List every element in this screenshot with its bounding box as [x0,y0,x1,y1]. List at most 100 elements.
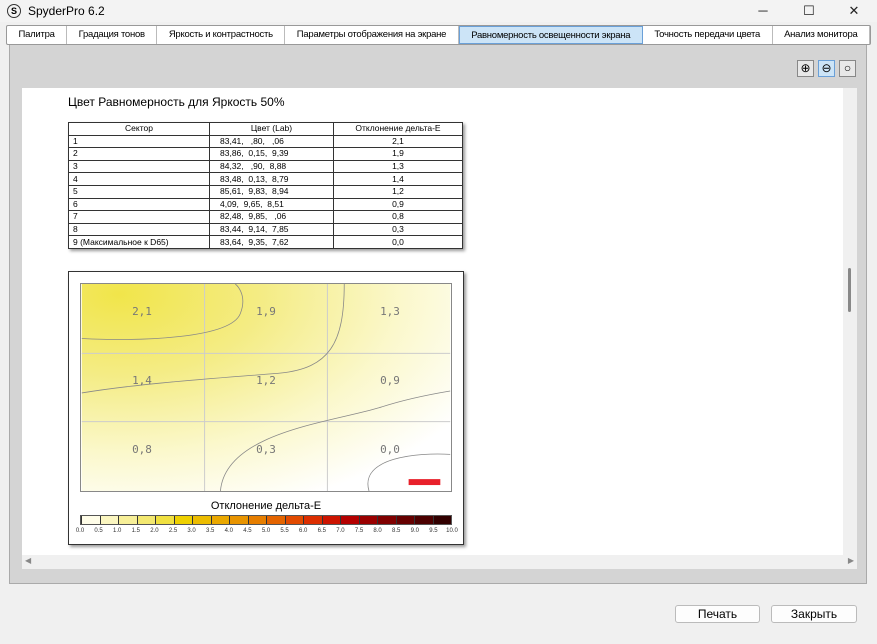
table-cell: 1 [68,134,210,149]
table-cell: 83,41, ,80, ,06 [209,134,334,149]
scale-segment [136,516,155,524]
sector-value-label: 0,9 [380,374,400,387]
color-scale-bar [80,515,452,525]
table-row: 3 84,32, ,90, 8,88 1,3 [68,159,463,174]
tab-5[interactable]: Точность передачи цвета [643,26,773,44]
scale-segment [210,516,229,524]
scale-segment [377,516,396,524]
scale-tick-label: 10.0 [446,528,458,534]
tab-3[interactable]: Параметры отображения на экране [285,26,459,44]
scale-segment [266,516,285,524]
app-logo-icon: S [7,4,21,18]
sector-value-label: 1,9 [256,305,276,318]
scale-tick-label: 0.0 [75,528,85,534]
report-title: Цвет Равномерность для Яркость 50% [68,95,285,109]
sector-value-label: 0,0 [380,443,400,456]
table-cell: 83,48, 0,13, 8,79 [209,172,334,186]
table-cell: 84,32, ,90, 8,88 [209,159,334,174]
table-row: 6 4,09, 9,65, 8,51 0,9 [68,197,463,212]
scale-segment [358,516,377,524]
table-cell: 4,09, 9,65, 8,51 [209,197,334,212]
table-cell: 8 [68,222,210,237]
maximize-button[interactable]: ☐ [786,0,832,22]
tab-0[interactable]: Палитра [7,26,68,44]
table-cell: 6 [68,197,210,212]
scale-segment [247,516,266,524]
scale-segment [321,516,340,524]
table-cell: 1,9 [333,147,463,161]
window-title: SpyderPro 6.2 [28,4,105,18]
scale-tick-label: 6.0 [299,528,308,534]
scale-tick-label: 8.5 [392,528,401,534]
scale-segment [99,516,118,524]
scale-segment [229,516,248,524]
table-cell: 1,3 [333,159,463,174]
table-cell: 1,2 [333,184,463,199]
scale-segment [432,516,451,524]
scale-tick-label: 9.5 [429,528,438,534]
vertical-scroll-thumb[interactable] [848,268,851,312]
zoom-out-icon[interactable]: ⊖ [818,60,835,77]
column-header: Сектор [68,122,210,136]
table-row: 1 83,41, ,80, ,06 2,1 [68,134,463,149]
tab-1[interactable]: Градация тонов [67,26,158,44]
close-window-button[interactable]: ✕ [831,0,877,22]
table-cell: 83,86, 0,15, 9,39 [209,147,334,161]
table-cell: 85,61, 9,83, 8,94 [209,184,334,199]
scale-segment [303,516,322,524]
sector-value-label: 0,3 [256,443,276,456]
tab-bar: Палитра Градация тонов Яркость и контрастн… [6,25,871,45]
scale-tick-label: 6.5 [317,528,326,534]
print-button[interactable]: Печать [675,605,760,623]
scale-tick-label: 3.0 [187,528,196,534]
scroll-left-icon[interactable]: ◀ [25,556,31,565]
scale-segment [340,516,359,524]
scale-tick-label: 7.0 [336,528,345,534]
table-row: 5 85,61, 9,83, 8,94 1,2 [68,184,463,199]
horizontal-scrollbar[interactable]: ◀ ▶ [22,555,857,569]
scale-tick-label: 0.5 [94,528,103,534]
column-header: Отклонение дельта-E [333,122,463,136]
scale-tick-label: 4.5 [243,528,252,534]
sector-value-label: 1,4 [132,374,152,387]
table-row: 4 83,48, 0,13, 8,79 1,4 [68,172,463,186]
scale-segment [284,516,303,524]
scale-tick-label: 2.0 [150,528,159,534]
vertical-scrollbar[interactable] [843,88,857,555]
close-button[interactable]: Закрыть [771,605,857,623]
table-row: 8 83,44, 9,14, 7,85 0,3 [68,222,463,237]
column-header: Цвет (Lab) [209,122,334,136]
table-cell: 4 [68,172,210,186]
zoom-in-icon[interactable]: ⊕ [797,60,814,77]
tab-6[interactable]: Анализ монитора [773,26,871,44]
sector-value-label: 1,2 [256,374,276,387]
scale-segment [118,516,137,524]
scale-segment [173,516,192,524]
table-cell: 0,8 [333,210,463,224]
table-cell: 83,44, 9,14, 7,85 [209,222,334,237]
scale-tick-label: 1.0 [113,528,122,534]
sector-value-label: 0,8 [132,443,152,456]
tab-2[interactable]: Яркость и контрастность [157,26,286,44]
zoom-fit-icon[interactable]: ○ [839,60,856,77]
scale-tick-label: 7.5 [354,528,364,534]
scale-tick-label: 3.5 [206,528,215,534]
table-cell: 82,48, 9,85, ,06 [209,210,334,224]
legend-title: Отклонение дельта-E [210,500,322,512]
minimize-button[interactable]: ─ [740,0,786,22]
table-cell: 83,64, 9,35, 7,62 [209,235,334,249]
table-row: 7 82,48, 9,85, ,06 0,8 [68,210,463,224]
table-row: 2 83,86, 0,15, 9,39 1,9 [68,147,463,161]
scale-segment [395,516,414,524]
sector-value-label: 2,1 [132,305,152,318]
table-row: 9 (Максимальное к D65) 83,64, 9,35, 7,62 0… [68,235,463,249]
scale-tick-label: 4.0 [224,528,233,534]
scale-segment [155,516,174,524]
scale-segment [192,516,211,524]
scroll-right-icon[interactable]: ▶ [848,556,854,565]
table-cell: 0,0 [333,235,463,249]
scale-segment [414,516,433,524]
scale-tick-label: 8.0 [373,528,382,534]
table-cell: 5 [68,184,210,199]
tab-4[interactable]: Равномерность освещенности экрана [458,26,643,44]
